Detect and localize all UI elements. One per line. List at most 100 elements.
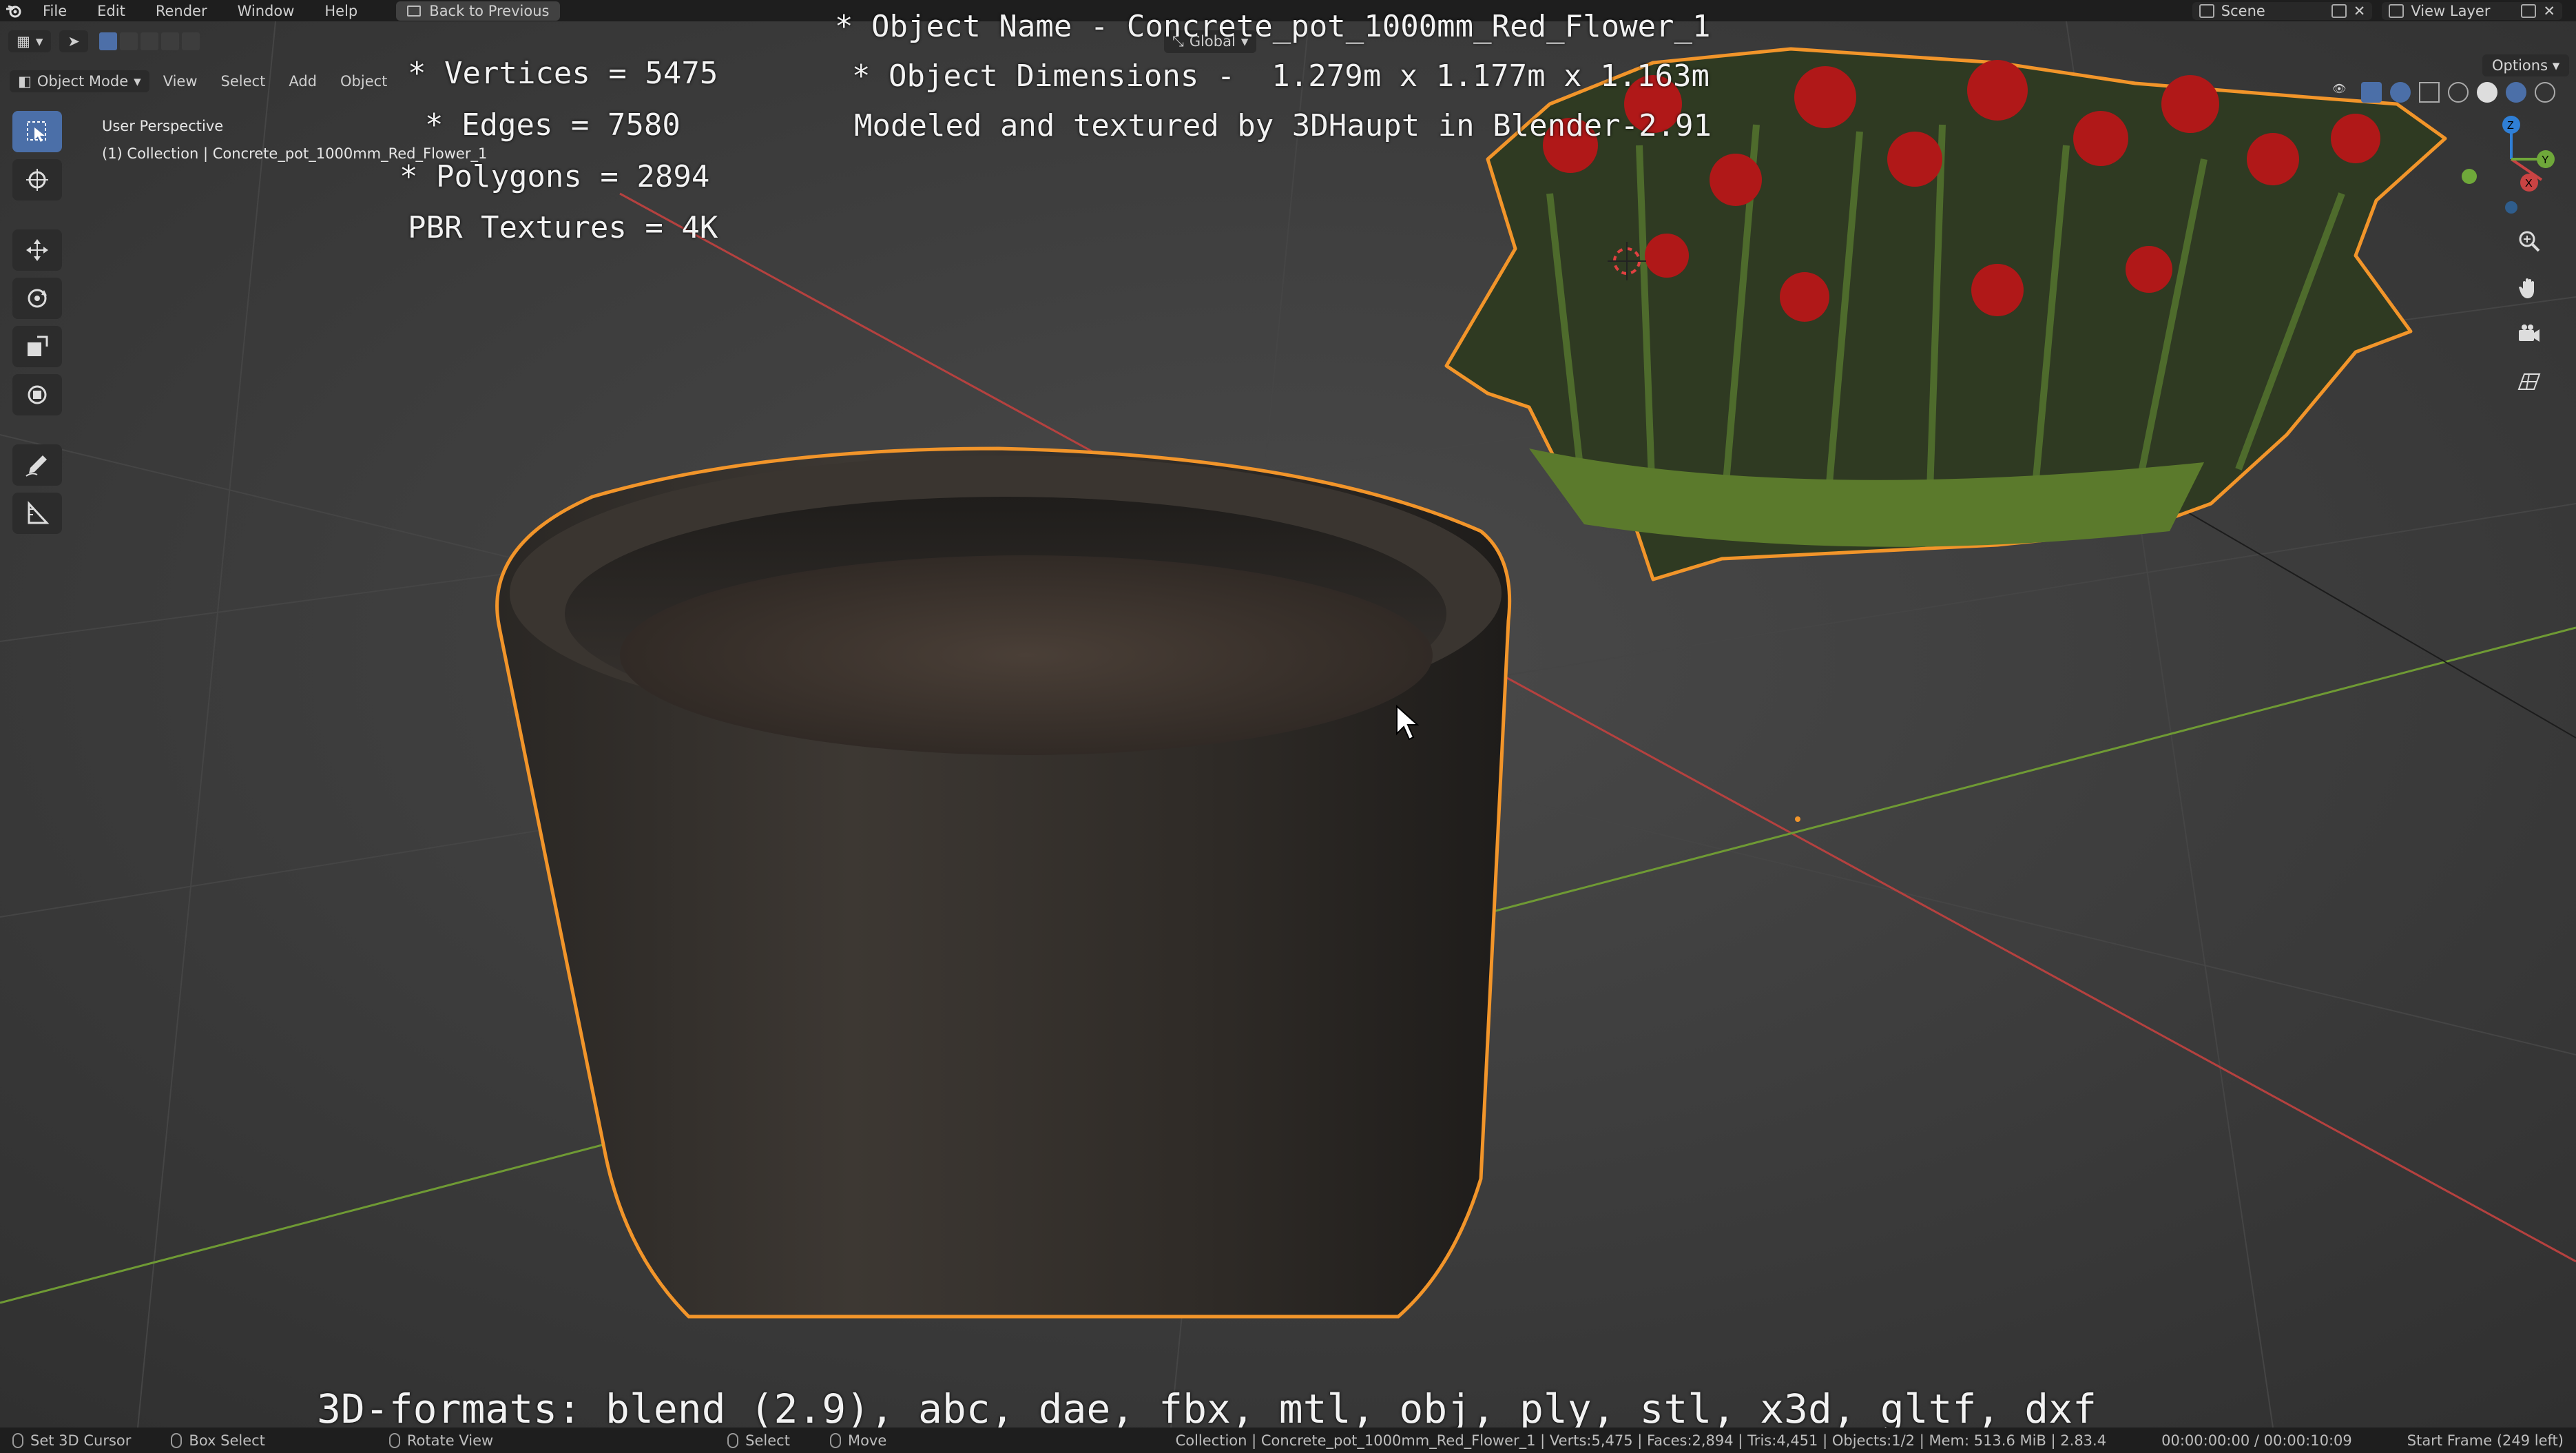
menu-file[interactable]: File [28, 3, 82, 19]
hint-box-select: Box Select [171, 1432, 265, 1449]
move-icon [26, 239, 48, 261]
hint-label: Move [847, 1432, 887, 1449]
menu-help[interactable]: Help [309, 3, 373, 19]
hand-icon [2519, 278, 2534, 298]
zoom-button[interactable] [2507, 221, 2551, 261]
hint-label: Select [745, 1432, 790, 1449]
hint-set-3d-cursor: Set 3D Cursor [12, 1432, 131, 1449]
rotate-icon [28, 289, 47, 308]
menu-select[interactable]: Select [211, 69, 276, 94]
hint-rotate-view: Rotate View [388, 1432, 494, 1449]
selection-mode-buttons [99, 32, 200, 50]
object-name-info: * Object Name - Concrete_pot_1000mm_Red_… [835, 9, 1711, 44]
cursor-tool[interactable] [12, 159, 62, 200]
scene-statistics: Collection | Concrete_pot_1000mm_Red_Flo… [1175, 1432, 2107, 1449]
select-extend-icon[interactable] [120, 32, 138, 50]
wireframe-shading-icon[interactable] [2448, 82, 2469, 103]
options-dropdown[interactable]: Options ▾ [2482, 54, 2570, 76]
visibility-icon[interactable]: 👁 [2332, 82, 2353, 103]
select-invert-icon[interactable] [161, 32, 179, 50]
material-preview-icon[interactable] [2506, 82, 2526, 103]
move-tool[interactable] [12, 229, 62, 271]
back-to-previous-button[interactable]: Back to Previous [396, 1, 561, 21]
view-layer-name: View Layer [2411, 2, 2491, 19]
select-tool-button[interactable]: ➤ [59, 30, 88, 52]
screen-icon [407, 5, 422, 17]
edges-count: * Edges = 7580 [425, 107, 681, 143]
scale-tool[interactable] [12, 326, 62, 367]
status-bar: Set 3D Cursor Box Select Rotate View Sel… [0, 1428, 2576, 1453]
object-mode-header: ◧ Object Mode ▾ View Select Add Object [10, 65, 397, 97]
svg-text:Z: Z [2507, 120, 2514, 132]
close-view-layer-icon[interactable]: ✕ [2543, 3, 2555, 19]
viewport-navigation [2507, 221, 2551, 402]
ortho-toggle-button[interactable] [2507, 362, 2551, 402]
cursor-arrow-icon: ➤ [67, 33, 80, 50]
scene-selector[interactable]: Scene ✕ [2192, 1, 2373, 20]
hint-label: Rotate View [406, 1432, 494, 1449]
polygons-count: * Polygons = 2894 [399, 159, 710, 194]
pan-button[interactable] [2507, 268, 2551, 308]
annotate-tool[interactable] [12, 444, 62, 486]
options-label: Options [2492, 57, 2548, 74]
new-scene-icon[interactable] [2331, 3, 2347, 18]
formats-info: 3D-formats: blend (2.9), abc, dae, fbx, … [317, 1385, 2097, 1432]
overlay-toggle-icon[interactable] [2390, 82, 2411, 103]
concrete-pot[interactable] [495, 446, 1512, 1319]
scene-name: Scene [2221, 2, 2265, 19]
mouse-drag-icon [171, 1432, 183, 1448]
ruler-icon [28, 501, 50, 524]
object-dimensions-info: * Object Dimensions - 1.279m x 1.177m x … [852, 59, 1710, 94]
transform-tool[interactable] [12, 374, 62, 415]
xray-toggle-icon[interactable] [2419, 82, 2440, 103]
object-mode-icon: ◧ [18, 73, 32, 90]
hint-label: Box Select [189, 1432, 265, 1449]
object-mode-label: Object Mode [37, 73, 129, 90]
menu-edit[interactable]: Edit [82, 3, 141, 19]
menu-render[interactable]: Render [141, 3, 222, 19]
gizmo-toggle-icon[interactable] [2361, 82, 2382, 103]
zoom-icon [2519, 231, 2540, 252]
blender-logo-icon[interactable] [0, 0, 28, 21]
scale-icon [28, 336, 48, 356]
frame-info: Start Frame (249 left) [2407, 1432, 2564, 1449]
3d-viewport[interactable]: Z Y X ▦ ▾ ➤ ⤡ Global ▾ ◧ Object Mode ▾ V… [0, 9, 2576, 1432]
menu-add[interactable]: Add [279, 69, 326, 94]
close-scene-icon[interactable]: ✕ [2354, 3, 2366, 19]
select-new-icon[interactable] [99, 32, 117, 50]
view-layer-icon [2389, 3, 2404, 18]
scene-icon [2199, 3, 2214, 18]
object-mode-dropdown[interactable]: ◧ Object Mode ▾ [10, 70, 149, 92]
mouse-middle-icon [388, 1432, 400, 1448]
pencil-icon [25, 455, 47, 477]
select-subtract-icon[interactable] [141, 32, 158, 50]
menu-view[interactable]: View [154, 69, 207, 94]
textures-info: PBR Textures = 4K [408, 210, 718, 245]
new-view-layer-icon[interactable] [2521, 3, 2537, 18]
viewport-shading-controls: 👁 [2332, 82, 2555, 103]
select-intersect-icon[interactable] [182, 32, 200, 50]
vertices-count: * Vertices = 5475 [408, 56, 718, 91]
rendered-shading-icon[interactable] [2535, 82, 2555, 103]
timecode: 00:00:00:00 / 00:00:10:09 [2161, 1432, 2352, 1449]
camera-view-button[interactable] [2507, 315, 2551, 355]
select-box-icon [27, 121, 46, 142]
back-to-previous-label: Back to Previous [429, 2, 550, 19]
measure-tool[interactable] [12, 493, 62, 534]
hint-label: Set 3D Cursor [30, 1432, 132, 1449]
editor-type-dropdown[interactable]: ▦ ▾ [8, 30, 52, 52]
rotate-tool[interactable] [12, 278, 62, 319]
select-box-tool[interactable] [12, 111, 62, 152]
grid-icon [2517, 373, 2541, 390]
view-layer-selector[interactable]: View Layer ✕ [2382, 1, 2562, 20]
chevron-down-icon: ▾ [134, 73, 141, 90]
3d-cursor-tool-icon [26, 169, 48, 191]
transform-icon [28, 385, 47, 404]
svg-text:Y: Y [2542, 154, 2549, 166]
camera-icon [2519, 324, 2539, 342]
credits-info: Modeled and textured by 3DHaupt in Blend… [854, 108, 1712, 143]
solid-shading-icon[interactable] [2477, 82, 2497, 103]
menu-object[interactable]: Object [331, 69, 397, 94]
hint-move: Move [829, 1432, 887, 1449]
menu-window[interactable]: Window [222, 3, 310, 19]
